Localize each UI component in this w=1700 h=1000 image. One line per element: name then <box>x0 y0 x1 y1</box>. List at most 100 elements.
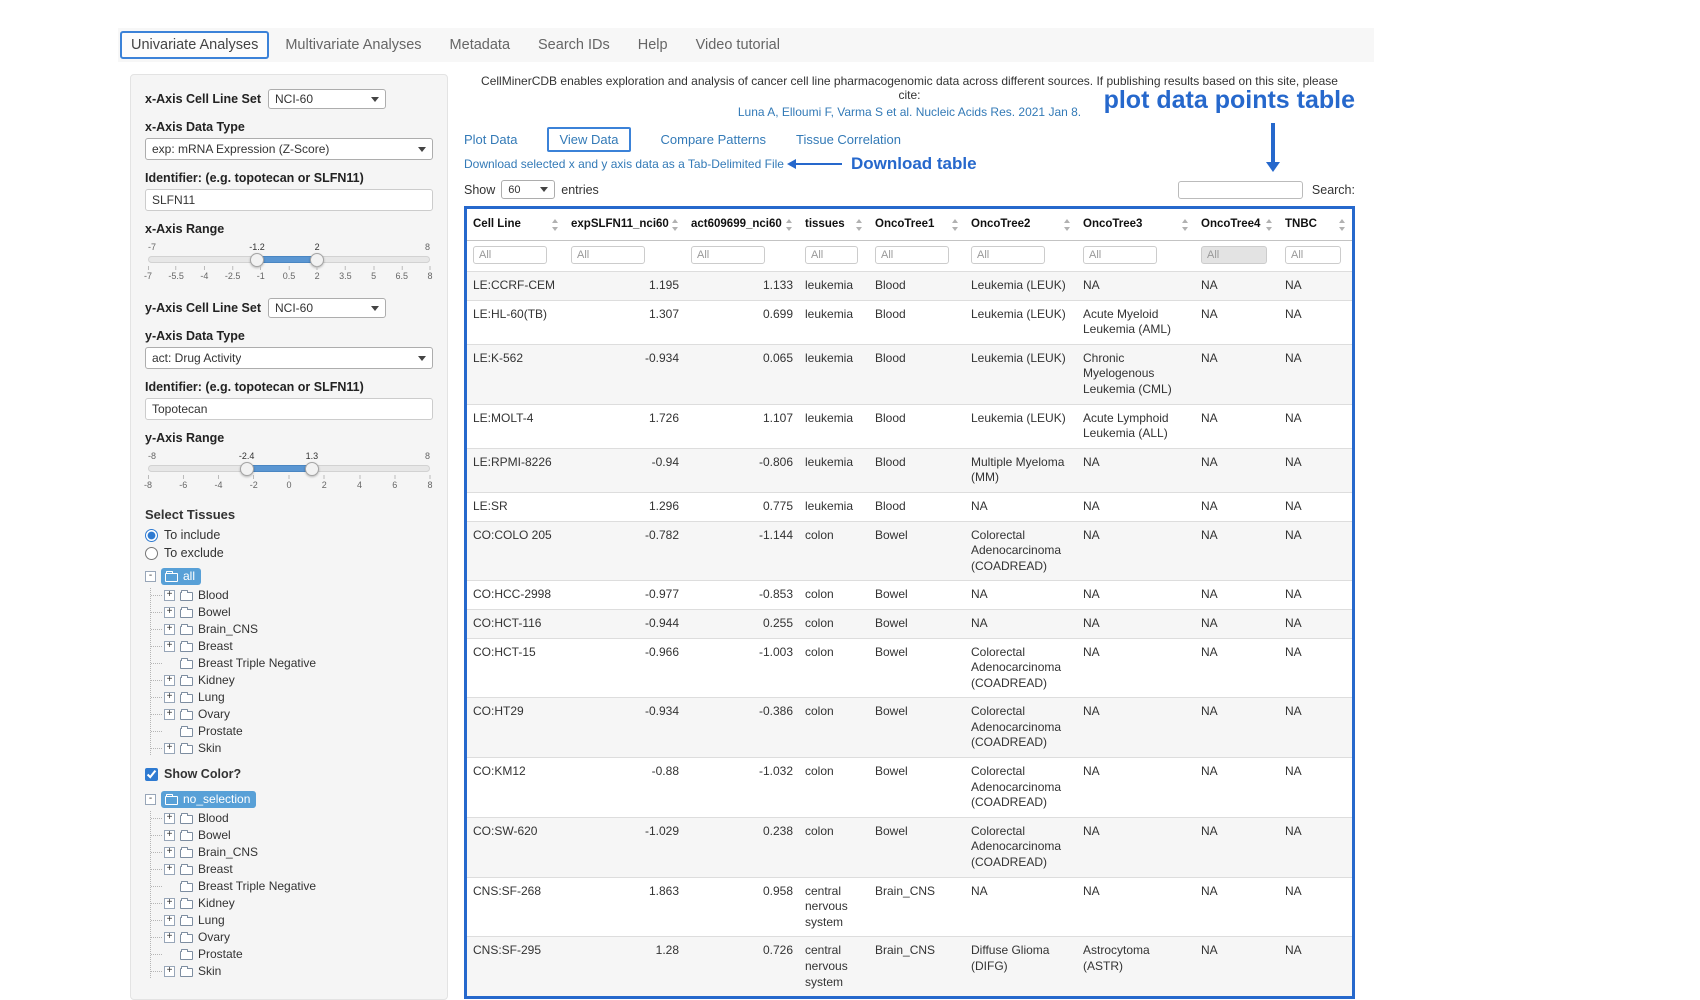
expand-icon[interactable]: + <box>164 709 175 720</box>
x-identifier-input[interactable] <box>145 189 433 211</box>
sort-icon[interactable] <box>785 219 793 231</box>
tree-item[interactable]: + Brain_CNS <box>164 845 433 859</box>
expand-icon[interactable]: + <box>164 932 175 943</box>
column-header[interactable]: TNBC <box>1279 209 1352 241</box>
tree-item[interactable]: + Bowel <box>164 828 433 842</box>
column-filter-input[interactable] <box>473 246 547 264</box>
table-row[interactable]: CO:KM12 -0.88 -1.032 colon Bowel Colorec… <box>467 758 1352 818</box>
sort-icon[interactable] <box>1063 219 1071 231</box>
table-row[interactable]: CNS:SF-295 1.28 0.726 central nervous sy… <box>467 937 1352 996</box>
expand-icon[interactable]: + <box>164 898 175 909</box>
tree-item[interactable]: + Blood <box>164 588 433 602</box>
table-row[interactable]: LE:RPMI-8226 -0.94 -0.806 leukemia Blood… <box>467 448 1352 492</box>
column-header[interactable]: expSLFN11_nci60 <box>565 209 685 241</box>
slider-handle-low[interactable] <box>240 462 254 476</box>
nav-item[interactable]: Search IDs <box>526 32 622 58</box>
tree-item[interactable]: + Bowel <box>164 605 433 619</box>
table-row[interactable]: CNS:SF-268 1.863 0.958 central nervous s… <box>467 877 1352 937</box>
tree-item[interactable]: + Breast <box>164 639 433 653</box>
tree-item[interactable]: + Blood <box>164 811 433 825</box>
expand-icon[interactable]: + <box>164 847 175 858</box>
expand-icon[interactable]: + <box>164 607 175 618</box>
nav-item[interactable]: Video tutorial <box>684 32 792 58</box>
column-filter-input[interactable] <box>971 246 1045 264</box>
expand-icon[interactable]: + <box>164 590 175 601</box>
x-cell-line-set-select[interactable]: NCI-60 <box>268 89 386 109</box>
entries-per-page-select[interactable]: 60 <box>501 180 555 199</box>
sort-icon[interactable] <box>1338 219 1346 231</box>
expand-icon[interactable]: + <box>164 830 175 841</box>
nav-item[interactable]: Multivariate Analyses <box>273 32 433 58</box>
column-header[interactable]: OncoTree1 <box>869 209 965 241</box>
collapse-icon[interactable]: - <box>145 571 156 582</box>
column-filter-input[interactable] <box>691 246 765 264</box>
column-filter-input[interactable] <box>1201 246 1267 264</box>
expand-icon[interactable]: + <box>164 743 175 754</box>
tree-item[interactable]: + Ovary <box>164 707 433 721</box>
exclude-radio[interactable] <box>145 547 158 560</box>
show-color-checkbox[interactable] <box>145 768 158 781</box>
expand-icon[interactable]: + <box>164 641 175 652</box>
table-row[interactable]: CO:HCT-15 -0.966 -1.003 colon Bowel Colo… <box>467 638 1352 698</box>
tree-item[interactable]: + Brain_CNS <box>164 622 433 636</box>
slider-track[interactable] <box>148 465 430 472</box>
x-data-type-select[interactable]: exp: mRNA Expression (Z-Score) <box>145 138 433 160</box>
column-header[interactable]: OncoTree3 <box>1077 209 1195 241</box>
column-header[interactable]: Cell Line <box>467 209 565 241</box>
column-header[interactable]: OncoTree2 <box>965 209 1077 241</box>
table-row[interactable]: CO:COLO 205 -0.782 -1.144 colon Bowel Co… <box>467 521 1352 581</box>
expand-icon[interactable]: + <box>164 692 175 703</box>
tree-item[interactable]: + Prostate <box>164 724 433 738</box>
table-row[interactable]: LE:SR 1.296 0.775 leukemia Blood NA NA N… <box>467 492 1352 521</box>
tree-root-all[interactable]: all <box>161 568 201 585</box>
tree-item[interactable]: + Kidney <box>164 673 433 687</box>
y-data-type-select[interactable]: act: Drug Activity <box>145 347 433 369</box>
sort-icon[interactable] <box>671 219 679 231</box>
sort-icon[interactable] <box>951 219 959 231</box>
tree-item[interactable]: + Breast Triple Negative <box>164 879 433 893</box>
tree-item[interactable]: + Breast <box>164 862 433 876</box>
expand-icon[interactable]: + <box>164 864 175 875</box>
tab[interactable]: View Data <box>547 127 630 152</box>
tree-item[interactable]: + Skin <box>164 741 433 755</box>
tab[interactable]: Plot Data <box>464 132 517 147</box>
expand-icon[interactable]: + <box>164 915 175 926</box>
tree-item[interactable]: + Skin <box>164 964 433 978</box>
download-link[interactable]: Download selected x and y axis data as a… <box>464 157 784 171</box>
column-filter-input[interactable] <box>1285 246 1341 264</box>
sort-icon[interactable] <box>855 219 863 231</box>
sort-icon[interactable] <box>1181 219 1189 231</box>
tree-root-no-selection[interactable]: no_selection <box>161 791 256 808</box>
table-row[interactable]: LE:CCRF-CEM 1.195 1.133 leukemia Blood L… <box>467 272 1352 301</box>
expand-icon[interactable]: + <box>164 624 175 635</box>
table-row[interactable]: CO:HT29 -0.934 -0.386 colon Bowel Colore… <box>467 698 1352 758</box>
sort-icon[interactable] <box>551 219 559 231</box>
include-radio[interactable] <box>145 529 158 542</box>
tree-item[interactable]: + Breast Triple Negative <box>164 656 433 670</box>
tree-item[interactable]: + Ovary <box>164 930 433 944</box>
table-row[interactable]: CO:HCT-116 -0.944 0.255 colon Bowel NA N… <box>467 609 1352 638</box>
x-range-slider[interactable]: -7 -1.2 2 8 -7-5.5-4-2.5-10.523.556.58 <box>148 242 430 282</box>
tree-item[interactable]: + Prostate <box>164 947 433 961</box>
sort-icon[interactable] <box>1265 219 1273 231</box>
nav-item[interactable]: Univariate Analyses <box>120 31 269 59</box>
column-filter-input[interactable] <box>1083 246 1157 264</box>
expand-icon[interactable]: + <box>164 813 175 824</box>
tab[interactable]: Compare Patterns <box>661 132 767 147</box>
slider-handle-low[interactable] <box>250 253 264 267</box>
expand-icon[interactable]: + <box>164 675 175 686</box>
table-row[interactable]: LE:HL-60(TB) 1.307 0.699 leukemia Blood … <box>467 300 1352 344</box>
expand-icon[interactable]: + <box>164 966 175 977</box>
column-filter-input[interactable] <box>571 246 645 264</box>
y-cell-line-set-select[interactable]: NCI-60 <box>268 298 386 318</box>
y-identifier-input[interactable] <box>145 398 433 420</box>
table-row[interactable]: LE:MOLT-4 1.726 1.107 leukemia Blood Leu… <box>467 404 1352 448</box>
nav-item[interactable]: Help <box>626 32 680 58</box>
column-header[interactable]: OncoTree4 <box>1195 209 1279 241</box>
search-input[interactable] <box>1178 181 1303 199</box>
tree-item[interactable]: + Lung <box>164 913 433 927</box>
slider-track[interactable] <box>148 256 430 263</box>
table-row[interactable]: CO:SW-620 -1.029 0.238 colon Bowel Color… <box>467 817 1352 877</box>
column-header[interactable]: act609699_nci60 <box>685 209 799 241</box>
table-row[interactable]: CO:HCC-2998 -0.977 -0.853 colon Bowel NA… <box>467 581 1352 610</box>
